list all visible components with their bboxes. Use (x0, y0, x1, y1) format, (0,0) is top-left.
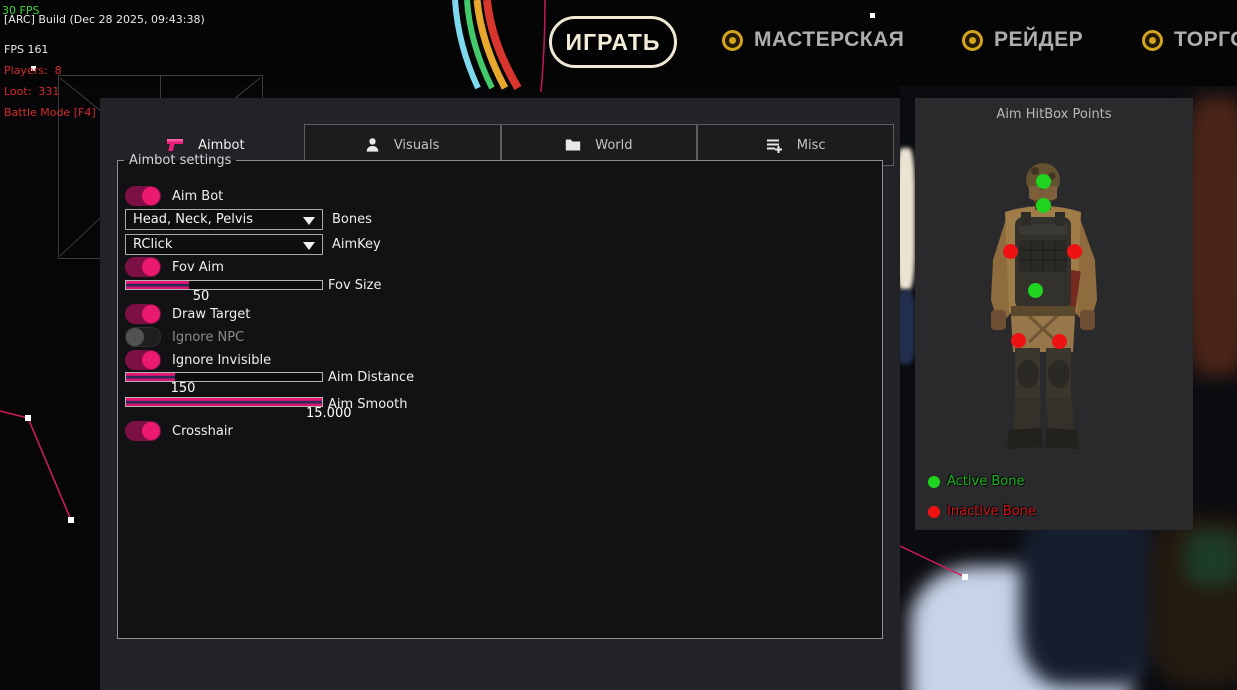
aim-smooth-label: Aim Smooth (328, 397, 407, 412)
aimkey-dropdown-value: RClick (133, 237, 172, 252)
tab-label: Misc (797, 138, 826, 153)
draw-target-toggle[interactable] (125, 304, 161, 324)
hitbox-panel-title: Aim HitBox Points (915, 107, 1193, 122)
slider-fill (126, 373, 175, 381)
playlist-add-icon (766, 138, 783, 153)
aimkey-label: AimKey (332, 237, 381, 252)
play-button[interactable]: ИГРАТЬ (549, 16, 677, 68)
aim-bot-label: Aim Bot (172, 189, 223, 204)
hitbox-point-neck[interactable] (1036, 198, 1051, 213)
aim-distance-label: Aim Distance (328, 370, 414, 385)
pistol-icon (166, 138, 184, 153)
fps-counter-text: FPS 161 (4, 40, 334, 60)
aim-hitbox-panel: Aim HitBox Points (915, 98, 1193, 530)
aim-distance-slider[interactable] (125, 372, 323, 382)
fov-aim-label: Fov Aim (172, 260, 224, 275)
tab-label: Aimbot (198, 138, 244, 153)
aimkey-row: RClick AimKey (125, 234, 381, 255)
legend-label: Inactive Bone (947, 504, 1036, 519)
hitbox-point-right-thigh[interactable] (1011, 333, 1026, 348)
fov-size-slider[interactable] (125, 280, 323, 290)
aim-bot-toggle[interactable] (125, 186, 161, 206)
bones-label: Bones (332, 212, 372, 227)
legend-label: Active Bone (947, 474, 1024, 489)
tab-label: World (595, 138, 632, 153)
folder-icon (565, 138, 581, 152)
ignore-invisible-label: Ignore Invisible (172, 353, 271, 368)
fov-size-value: 50 (179, 289, 223, 304)
hitbox-point-pelvis[interactable] (1028, 283, 1043, 298)
menu-item-trader[interactable]: ТОРГО (1142, 28, 1237, 52)
aim-smooth-row: 15.000 Aim Smooth (125, 397, 545, 423)
build-info-text: [ARC] Build (Dec 28 2025, 09:43:38) (4, 10, 334, 30)
play-button-label: ИГРАТЬ (566, 29, 661, 56)
aim-distance-row: 150 Aim Distance (125, 372, 545, 398)
tab-label: Visuals (394, 138, 440, 153)
esp-node-dot (870, 13, 875, 18)
aimkey-dropdown[interactable]: RClick (125, 234, 323, 255)
fov-size-row: 50 Fov Size (125, 280, 545, 306)
coin-icon (962, 30, 983, 51)
bones-row: Head, Neck, Pelvis Bones (125, 209, 372, 230)
person-icon (365, 137, 380, 153)
ignore-npc-label: Ignore NPC (172, 330, 244, 345)
green-sign-blob (1185, 531, 1237, 586)
toggle-knob (142, 422, 160, 440)
legend-inactive-bone: Inactive Bone (928, 504, 1036, 519)
aimbot-settings-group: Aimbot settings Aim Bot Head, Neck, Pelv… (117, 160, 883, 639)
chevron-down-icon (303, 242, 315, 250)
bones-dropdown-value: Head, Neck, Pelvis (133, 212, 253, 227)
draw-target-row: Draw Target (125, 304, 250, 324)
active-bone-dot-icon (928, 476, 940, 488)
menu-item-label: ТОРГО (1174, 28, 1237, 52)
crosshair-label: Crosshair (172, 424, 233, 439)
menu-item-raider[interactable]: РЕЙДЕР (962, 28, 1083, 52)
hitbox-point-left-arm[interactable] (1067, 244, 1082, 259)
coin-icon (1142, 30, 1163, 51)
menu-item-workshop[interactable]: МАСТЕРСКАЯ (722, 28, 904, 52)
toggle-knob (142, 351, 160, 369)
coin-icon (722, 30, 743, 51)
menu-item-label: МАСТЕРСКАЯ (754, 28, 904, 52)
toggle-knob (142, 305, 160, 323)
ignore-invisible-row: Ignore Invisible (125, 350, 271, 370)
slider-fill (126, 398, 322, 406)
crosshair-row: Crosshair (125, 421, 233, 441)
game-screen: { "accent_color": "#e91a74", "hud": { "f… (0, 0, 1237, 690)
players-count-text: Players: 8 (4, 61, 334, 81)
hitbox-point-head[interactable] (1036, 174, 1051, 189)
slider-fill (126, 281, 189, 289)
aim-bot-row: Aim Bot (125, 186, 223, 206)
ignore-npc-toggle[interactable] (125, 327, 161, 347)
cheat-menu-panel: Aimbot Visuals World (100, 98, 900, 690)
section-title: Aimbot settings (124, 153, 236, 168)
dark-structure-blob (1020, 506, 1160, 686)
aim-smooth-slider[interactable] (125, 397, 323, 407)
ignore-npc-row: Ignore NPC (125, 327, 244, 347)
aim-distance-value: 150 (161, 381, 205, 396)
draw-target-label: Draw Target (172, 307, 250, 322)
fov-aim-toggle[interactable] (125, 257, 161, 277)
menu-item-label: РЕЙДЕР (994, 28, 1083, 52)
hitbox-point-right-arm[interactable] (1003, 244, 1018, 259)
chevron-down-icon (303, 217, 315, 225)
blue-strip-blob (900, 290, 915, 364)
bright-window-blob (900, 148, 915, 290)
fov-size-label: Fov Size (328, 278, 381, 293)
toggle-knob (126, 328, 144, 346)
fps-overlay-text: 30 FPS (2, 1, 39, 21)
ignore-invisible-toggle[interactable] (125, 350, 161, 370)
toggle-knob (142, 258, 160, 276)
inactive-bone-dot-icon (928, 506, 940, 518)
fov-aim-row: Fov Aim (125, 257, 224, 277)
bones-dropdown[interactable]: Head, Neck, Pelvis (125, 209, 323, 230)
toggle-knob (142, 187, 160, 205)
hitbox-point-left-thigh[interactable] (1052, 334, 1067, 349)
legend-active-bone: Active Bone (928, 474, 1024, 489)
crosshair-toggle[interactable] (125, 421, 161, 441)
